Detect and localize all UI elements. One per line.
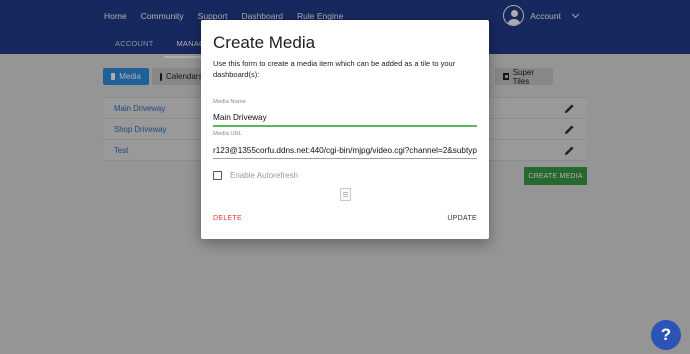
dialog-title: Create Media (213, 33, 316, 52)
dialog-description: Use this form to create a media item whi… (213, 59, 456, 79)
create-media-dialog: Create Media Use this form to create a m… (201, 20, 489, 239)
autorefresh-label[interactable]: Enable Autorefresh (230, 171, 298, 180)
media-url-input[interactable] (213, 143, 477, 157)
update-button[interactable]: UPDATE (447, 215, 477, 222)
document-icon (340, 188, 351, 201)
media-name-label: Media Name (213, 99, 246, 105)
media-name-underline (213, 125, 477, 127)
help-button[interactable]: ? (651, 320, 681, 350)
media-name-input[interactable] (213, 110, 477, 124)
media-url-label: Media URL (213, 131, 242, 137)
autorefresh-checkbox[interactable] (213, 171, 222, 180)
media-url-underline (213, 158, 477, 159)
delete-button[interactable]: DELETE (213, 215, 242, 222)
